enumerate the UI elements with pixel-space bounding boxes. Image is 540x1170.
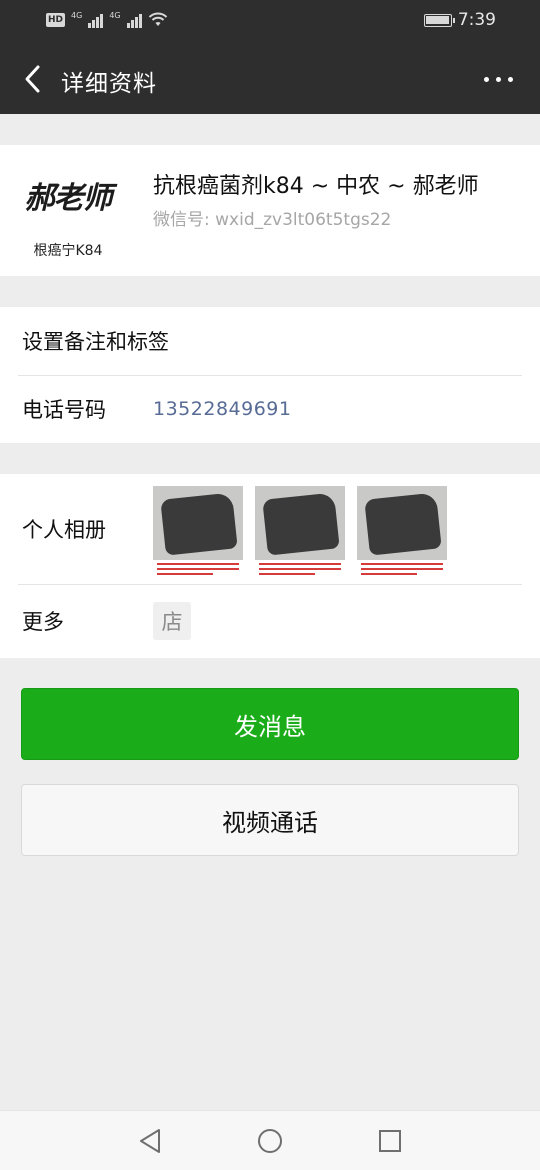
more-horizontal-icon [483, 76, 489, 82]
phone-number-link[interactable]: 13522849691 [153, 398, 291, 420]
avatar-subtitle: 根癌宁K84 [33, 243, 103, 259]
thumbnail-caption-lines [153, 560, 243, 576]
store-icon: 店 [153, 602, 191, 640]
nav-back-button[interactable] [134, 1125, 166, 1157]
send-message-button[interactable]: 发消息 [21, 688, 519, 760]
top-app-bar: 详细资料 [0, 44, 540, 114]
avatar-logo-text: 郝老师 [24, 181, 113, 216]
product-bag-image [160, 492, 238, 556]
video-call-button[interactable]: 视频通话 [21, 784, 519, 856]
remark-tags-label: 设置备注和标签 [22, 330, 169, 354]
phone-label: 电话号码 [22, 398, 106, 422]
triangle-back-icon [140, 1129, 160, 1153]
chevron-left-icon [25, 65, 40, 93]
wechat-id: 微信号: wxid_zv3lt06t5tgs22 [153, 210, 392, 230]
hd-badge: HD [46, 13, 66, 27]
network-type-2: 4G [109, 10, 121, 20]
square-recents-icon [379, 1130, 401, 1152]
status-right: 7:39 [423, 10, 496, 30]
clock: 7:39 [457, 10, 496, 30]
avatar[interactable]: 郝老师 根癌宁K84 [20, 165, 116, 261]
circle-home-icon [258, 1129, 282, 1153]
thumbnail-caption-lines [357, 560, 447, 576]
album-thumbnails [153, 486, 447, 576]
more-options-button[interactable] [476, 64, 520, 94]
contact-name: 抗根癌菌剂k84 ~ 中农 ~ 郝老师 [153, 174, 479, 199]
nav-recents-button[interactable] [374, 1125, 406, 1157]
album-thumbnail[interactable] [153, 486, 243, 576]
product-bag-image [364, 492, 442, 556]
signal-icon [88, 12, 104, 28]
page-title: 详细资料 [61, 71, 157, 97]
thumbnail-caption-lines [255, 560, 345, 576]
more-label: 更多 [22, 610, 64, 634]
status-indicators: HD 4G 4G [46, 10, 168, 28]
personal-album-row[interactable]: 个人相册 [0, 474, 540, 584]
nav-home-button[interactable] [254, 1125, 286, 1157]
system-nav-bar [0, 1110, 540, 1170]
more-row[interactable]: 更多 店 [0, 584, 540, 658]
battery-icon [423, 13, 455, 27]
remark-tags-row[interactable]: 设置备注和标签 [0, 307, 540, 375]
album-thumbnail[interactable] [255, 486, 345, 576]
status-bar: HD 4G 4G 7:39 [0, 0, 540, 44]
album-label: 个人相册 [22, 518, 106, 542]
contact-info-group: 设置备注和标签 电话号码 13522849691 [0, 307, 540, 443]
signal-icon-2 [126, 12, 142, 28]
network-type-1: 4G [71, 10, 83, 20]
profile-card: 郝老师 根癌宁K84 抗根癌菌剂k84 ~ 中农 ~ 郝老师 微信号: wxid… [0, 145, 540, 276]
album-thumbnail[interactable] [357, 486, 447, 576]
product-bag-image [262, 492, 340, 556]
phone-row: 电话号码 13522849691 [0, 375, 540, 443]
wifi-icon [148, 12, 167, 26]
back-button[interactable] [14, 60, 50, 98]
album-more-group: 个人相册 更多 店 [0, 474, 540, 658]
